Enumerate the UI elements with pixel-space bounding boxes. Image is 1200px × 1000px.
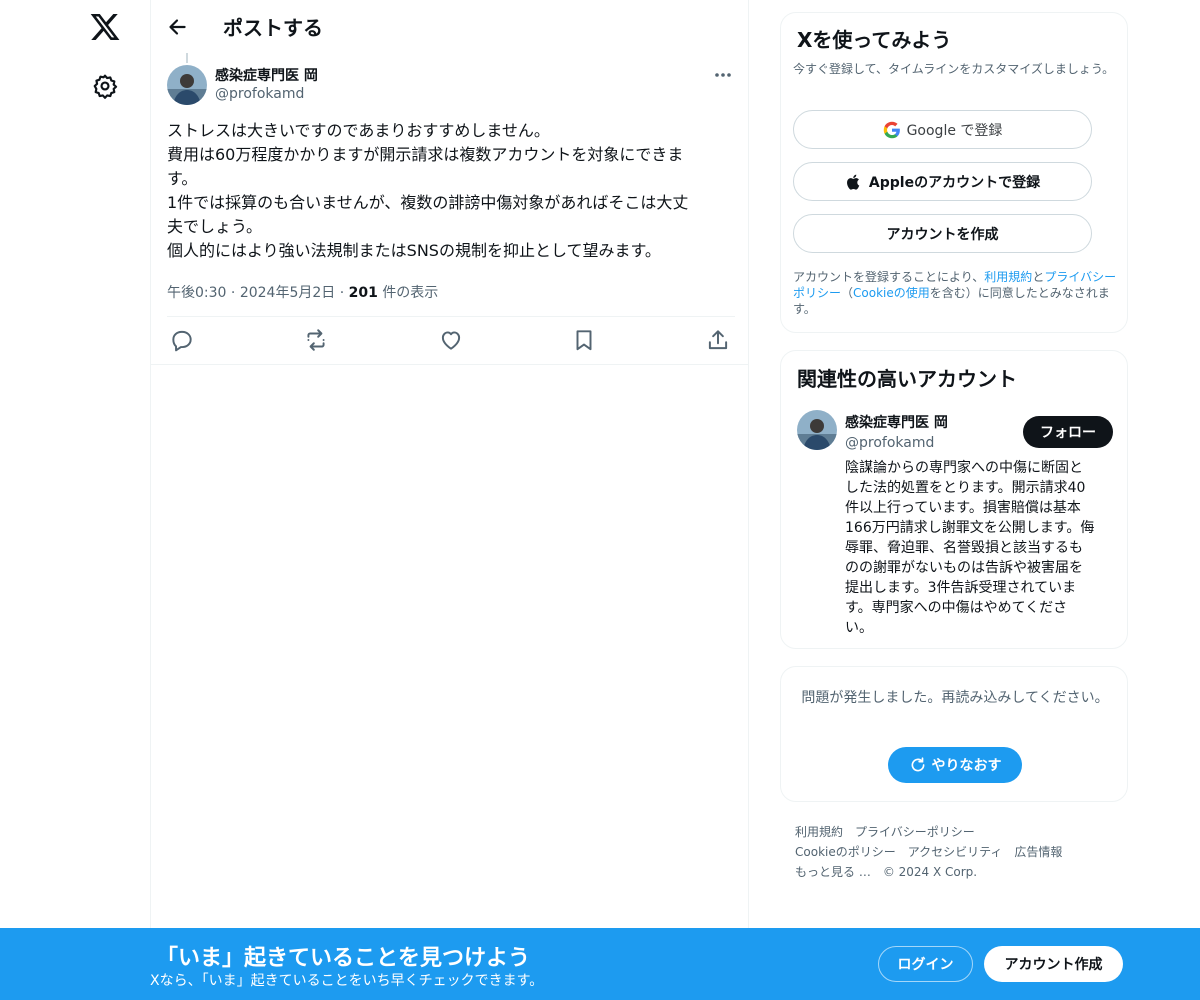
- bookmark-icon[interactable]: [571, 327, 597, 353]
- bio-line: のの謝罪がないものは告訴や被害届を: [845, 560, 1083, 576]
- post-time[interactable]: 午後0:30: [167, 285, 226, 301]
- post-line: 夫でしょう。: [167, 217, 263, 236]
- footer-cookie[interactable]: Cookieのポリシー: [795, 845, 896, 859]
- footer-terms[interactable]: 利用規約: [795, 825, 843, 839]
- signup-legal: アカウントを登録することにより、利用規約とプライバシーポリシー（Cookieの使…: [793, 269, 1119, 317]
- views-label: 件の表示: [382, 285, 439, 301]
- meta-dot: ·: [339, 285, 345, 301]
- share-icon[interactable]: [705, 327, 731, 353]
- repost-icon[interactable]: [303, 327, 329, 353]
- left-nav: [0, 0, 150, 1000]
- footer-links: 利用規約 プライバシーポリシー Cookieのポリシー アクセシビリティ 広告情報 も…: [795, 822, 1125, 882]
- post-text: ストレスは大きいですのであまりおすすめしません。 費用は60万程度かかりますが開…: [167, 119, 727, 263]
- bio-line: い。: [845, 620, 873, 636]
- related-title: 関連性の高いアカウント: [797, 367, 1017, 391]
- header: ポストする: [151, 0, 748, 53]
- banner-subtitle: Xなら、「いま」起きていることをいち早くチェックできます。: [150, 973, 544, 989]
- footer-accessibility[interactable]: アクセシビリティ: [908, 845, 1003, 859]
- post-meta: 午後0:30 · 2024年5月2日 · 201 件の表示: [167, 282, 438, 302]
- avatar[interactable]: [797, 410, 837, 450]
- page-title: ポストする: [223, 16, 323, 40]
- apple-signup-label: Appleのアカウントで登録: [868, 174, 1041, 191]
- apple-icon: [846, 174, 860, 190]
- heart-icon[interactable]: [438, 327, 464, 353]
- bio-line: した法的処置をとります。開示請求40: [845, 480, 1086, 496]
- signup-button[interactable]: アカウント作成: [984, 946, 1123, 982]
- post-actions: [167, 327, 735, 353]
- terms-link[interactable]: 利用規約: [984, 270, 1032, 284]
- post-line: 費用は60万程度かかりますが開示請求は複数アカウントを対象にできま: [167, 145, 684, 164]
- bio-line: 提出します。3件告訴受理されていま: [845, 580, 1077, 596]
- google-signup-label: Google で登録: [906, 122, 1003, 139]
- author-name[interactable]: 感染症専門医 岡: [215, 65, 318, 85]
- reply-icon[interactable]: [169, 327, 195, 353]
- post-line: 個人的にはより強い法規制またはSNSの規制を抑止として望みます。: [167, 241, 661, 260]
- related-handle[interactable]: @profokamd: [845, 435, 934, 451]
- footer-more[interactable]: もっと見る …: [795, 865, 871, 879]
- error-message: 問題が発生しました。再読み込みしてください。: [801, 690, 1109, 706]
- signup-banner: 「いま」起きていることを見つけよう Xなら、「いま」起きていることをいち早くチェ…: [0, 928, 1200, 1000]
- bio-line: 辱罪、脅迫罪、名誉毀損と該当するも: [845, 540, 1083, 556]
- footer-ads[interactable]: 広告情報: [1014, 845, 1062, 859]
- legal-text: と: [1032, 270, 1045, 284]
- google-signup-button[interactable]: Google で登録: [793, 110, 1092, 149]
- related-name[interactable]: 感染症専門医 岡: [845, 412, 948, 432]
- create-account-button[interactable]: アカウントを作成: [793, 214, 1092, 253]
- cookie-link[interactable]: Cookieの使用: [853, 286, 930, 300]
- banner-title: 「いま」起きていることを見つけよう: [156, 946, 531, 971]
- thread-line: [186, 53, 188, 63]
- legal-text: アカウントを登録することにより、: [793, 270, 985, 284]
- divider: [151, 364, 748, 365]
- apple-signup-button[interactable]: Appleのアカウントで登録: [793, 162, 1092, 201]
- signup-card: Xを使ってみよう 今すぐ登録して、タイムラインをカスタマイズしましょう。 Goo…: [780, 12, 1128, 333]
- views-count: 201: [348, 285, 378, 301]
- refresh-icon: [911, 757, 924, 772]
- more-dots-icon[interactable]: [709, 66, 737, 84]
- signup-title: Xを使ってみよう: [797, 28, 952, 52]
- signup-subtitle: 今すぐ登録して、タイムラインをカスタマイズしましょう。: [793, 62, 1115, 76]
- post-line: す。: [167, 169, 198, 188]
- related-accounts-card: 関連性の高いアカウント 感染症専門医 岡 @profokamd フォロー 陰謀論…: [780, 350, 1128, 649]
- create-account-label: アカウントを作成: [886, 226, 999, 243]
- google-icon: [883, 121, 900, 138]
- gear-icon[interactable]: [92, 73, 118, 99]
- meta-dot: ·: [230, 285, 236, 301]
- legal-text: （: [841, 286, 854, 300]
- login-button[interactable]: ログイン: [878, 946, 973, 982]
- bio-line: 件以上行っています。損害賠償は基本: [845, 500, 1081, 516]
- footer-privacy[interactable]: プライバシーポリシー: [855, 825, 975, 839]
- error-card: 問題が発生しました。再読み込みしてください。 やりなおす: [780, 666, 1128, 802]
- retry-button[interactable]: やりなおす: [888, 747, 1022, 783]
- post-date[interactable]: 2024年5月2日: [240, 285, 335, 301]
- bio-line: す。専門家への中傷はやめてくださ: [845, 600, 1068, 616]
- back-arrow-icon[interactable]: [164, 14, 190, 40]
- author-handle[interactable]: @profokamd: [215, 86, 304, 102]
- related-bio: 陰謀論からの専門家への中傷に断固と した法的処置をとります。開示請求40 件以上…: [845, 458, 1113, 638]
- footer-copyright: © 2024 X Corp.: [882, 865, 978, 879]
- main-column: ポストする 感染症専門医 岡 @profokamd ストレスは大きいですのであま…: [150, 0, 749, 1000]
- x-logo-icon[interactable]: [89, 10, 121, 44]
- bio-line: 陰謀論からの専門家への中傷に断固と: [845, 460, 1083, 476]
- avatar[interactable]: [167, 65, 207, 105]
- follow-button[interactable]: フォロー: [1023, 416, 1113, 448]
- bio-line: 166万円請求し謝罪文を公開します。侮: [845, 520, 1095, 536]
- post-line: 1件では採算のも合いませんが、複数の誹謗中傷対象があればそこは大丈: [167, 193, 689, 212]
- post-line: ストレスは大きいですのであまりおすすめしません。: [167, 121, 550, 140]
- divider: [167, 316, 735, 317]
- retry-label: やりなおす: [931, 758, 1002, 774]
